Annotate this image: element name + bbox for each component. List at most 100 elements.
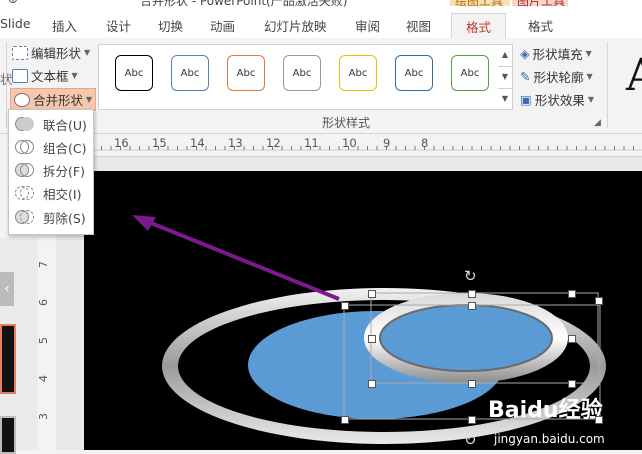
slide-shapes: ↻ ↻ Baidu经验 jingyan.baidu.com [132, 215, 606, 449]
gallery-scroll[interactable]: ▲ ▼ ▼ [498, 44, 513, 110]
chevron-down-icon: ▼ [71, 71, 78, 80]
slide-thumbnail[interactable] [0, 416, 16, 454]
ruler-label: 8 [421, 136, 429, 150]
resize-handle[interactable] [568, 335, 576, 343]
ruler-ticks [90, 146, 642, 151]
scroll-down-icon[interactable]: ▼ [498, 67, 512, 89]
shape-styles-gallery: Abc Abc Abc Abc Abc Abc Abc [98, 44, 500, 110]
edit-shape-button[interactable]: 编辑形状 ▼ [12, 43, 90, 62]
menu-item-subtract[interactable]: 剪除(S) [9, 206, 93, 228]
tab-insert[interactable]: 插入 [52, 16, 77, 35]
resize-handle[interactable] [341, 302, 349, 310]
scroll-up-icon[interactable]: ▲ [498, 45, 512, 67]
resize-handle[interactable] [468, 302, 476, 310]
tab-view[interactable]: 视图 [406, 16, 431, 35]
style-gray[interactable]: Abc [283, 55, 321, 91]
rotate-handle-icon[interactable]: ↻ [464, 267, 477, 285]
resize-handle[interactable] [595, 297, 603, 305]
watermark-brand: Baidu经验 [488, 397, 603, 423]
menu-item-fragment[interactable]: 拆分(F) [9, 159, 93, 181]
merge-shapes-button[interactable]: 合并形状 ▼ [10, 88, 97, 111]
ribbon-tabs: Slide 插入 设计 切换 动画 幻灯片放映 审阅 视图 格式 格式 [0, 8, 642, 42]
tab-transitions[interactable]: 切换 [158, 16, 183, 35]
divider [6, 42, 7, 128]
horizontal-ruler: 16 15 14 13 12 11 10 9 8 [90, 134, 642, 157]
title-bar: ⊕ 合并形状 - PowerPoint(产品激活失败) 绘图工具 图片工具 [0, 0, 642, 8]
menu-item-union[interactable]: 联合(U) [9, 113, 93, 135]
style-orange[interactable]: Abc [227, 55, 265, 91]
resize-handle[interactable] [468, 290, 476, 298]
tab-animations[interactable]: 动画 [210, 16, 235, 35]
text-box-label: 文本框 [31, 69, 69, 84]
resize-handle[interactable] [595, 416, 603, 424]
window-title: 合并形状 - PowerPoint(产品激活失败) [140, 0, 348, 8]
menu-item-label: 拆分(F) [43, 163, 85, 179]
shape-outline-label: 形状轮廓 [533, 70, 584, 85]
menu-item-combine[interactable]: 组合(C) [9, 136, 93, 158]
ruler-label: 13 [228, 136, 243, 150]
resize-handle[interactable] [368, 380, 376, 388]
slide-thumbnails-pane: ‹ [0, 238, 38, 454]
tab-design[interactable]: 设计 [106, 16, 131, 35]
resize-handle[interactable] [468, 416, 476, 424]
gallery-more-icon[interactable]: ▼ [498, 89, 512, 110]
resize-handle[interactable] [468, 380, 476, 388]
style-dark-blue[interactable]: Abc [395, 55, 433, 91]
menu-item-label: 组合(C) [43, 140, 87, 156]
chevron-down-icon: ▼ [84, 48, 91, 57]
chevron-down-icon: ▼ [585, 49, 592, 58]
ruler-label: 4 [37, 375, 50, 382]
divider [607, 42, 608, 128]
style-black[interactable]: Abc [115, 55, 153, 91]
app-icon: ⊕ [8, 0, 18, 6]
vertical-ruler: 7 6 5 4 3 [37, 240, 57, 450]
menu-item-label: 联合(U) [43, 117, 87, 133]
merge-shapes-menu: 联合(U) 组合(C) 拆分(F) 相交(I) 剪除(S) [8, 109, 94, 235]
resize-handle[interactable] [368, 290, 376, 298]
style-green[interactable]: Abc [451, 55, 489, 91]
shape-fill-button[interactable]: ◈ 形状填充 ▼ [520, 44, 592, 63]
tab-slide[interactable]: Slide [0, 16, 31, 31]
ribbon: 状 编辑形状 ▼ 文本框 ▼ 合并形状 ▼ Abc Abc Abc Abc Ab… [0, 38, 642, 134]
ruler-label: 14 [190, 136, 205, 150]
chevron-down-icon: ▼ [86, 95, 93, 104]
chevron-down-icon: ▼ [586, 72, 593, 81]
style-gold[interactable]: Abc [339, 55, 377, 91]
ruler-label: 10 [342, 136, 357, 150]
ruler-label: 16 [114, 136, 129, 150]
ruler-label: 6 [37, 299, 50, 306]
group-label-shape-styles: 形状样式 [322, 116, 371, 130]
ruler-label: 3 [37, 413, 50, 420]
resize-handle[interactable] [568, 290, 576, 298]
ruler-label: 12 [266, 136, 281, 150]
wordart-sample[interactable]: A [626, 50, 642, 101]
tab-slideshow[interactable]: 幻灯片放映 [264, 16, 327, 35]
text-box-button[interactable]: 文本框 ▼ [12, 66, 78, 85]
ruler-label: 11 [304, 136, 319, 150]
resize-handle[interactable] [568, 380, 576, 388]
menu-item-label: 相交(I) [43, 186, 82, 202]
style-blue[interactable]: Abc [171, 55, 209, 91]
paint-bucket-icon: ◈ [520, 46, 530, 61]
ruler-label: 5 [37, 337, 50, 344]
resize-handle[interactable] [341, 416, 349, 424]
watermark-url: jingyan.baidu.com [493, 432, 605, 446]
pen-icon: ✎ [520, 69, 531, 84]
tab-format-picture[interactable]: 格式 [528, 16, 553, 35]
dialog-launcher-icon[interactable]: ◢ [594, 118, 601, 128]
shape-effects-button[interactable]: ▣ 形状效果 ▼ [520, 90, 594, 109]
shape-outline-button[interactable]: ✎ 形状轮廓 ▼ [520, 67, 593, 86]
arrowhead [132, 215, 156, 231]
collapse-pane-icon[interactable]: ‹ [0, 272, 14, 306]
menu-item-intersect[interactable]: 相交(I) [9, 182, 93, 204]
shape-effects-label: 形状效果 [534, 93, 585, 108]
ruler-label: 15 [152, 136, 167, 150]
context-tab-picture-tools: 图片工具 [517, 0, 566, 8]
slide-thumbnail-selected[interactable] [0, 324, 16, 394]
tab-review[interactable]: 审阅 [355, 16, 380, 35]
resize-handle[interactable] [368, 335, 376, 343]
ruler-label: 9 [383, 136, 391, 150]
rotate-handle-icon[interactable]: ↻ [464, 431, 477, 449]
ruler-label: 7 [37, 261, 50, 268]
slide-canvas[interactable]: ↻ ↻ Baidu经验 jingyan.baidu.com [84, 171, 642, 450]
